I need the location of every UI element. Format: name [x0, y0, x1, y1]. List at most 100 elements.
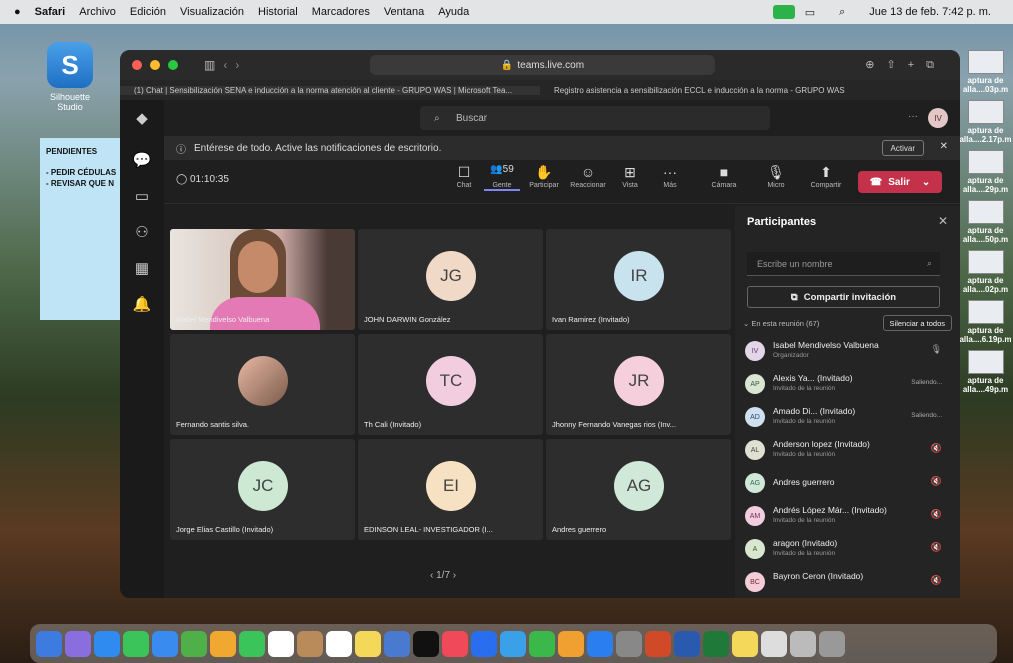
view-button[interactable]: ⊞ Vista — [612, 164, 648, 189]
chat-button[interactable]: ☐ Chat — [446, 164, 482, 189]
address-bar[interactable]: 🔒 teams.live.com — [370, 55, 715, 75]
mic-button[interactable]: 🎙 Micro — [758, 164, 794, 189]
excel-icon[interactable] — [703, 630, 729, 657]
participant-search-input[interactable]: Escribe un nombre ⌕ — [747, 252, 940, 276]
video-tile[interactable]: Isabel Mendivelso Valbuena — [170, 229, 355, 330]
sticky-note[interactable]: PENDIENTES - PEDIR CÉDULAS - REVISAR QUE… — [40, 138, 125, 320]
back-icon[interactable]: ‹ — [223, 58, 227, 72]
screenshot-file[interactable]: aptura de alla....02p.m — [958, 250, 1013, 294]
menu-ventana[interactable]: Ventana — [384, 6, 424, 18]
tv-icon[interactable] — [413, 630, 439, 657]
settings-icon[interactable] — [616, 630, 642, 657]
list-item[interactable]: AG Andres guerrero 🔇 — [745, 468, 950, 501]
list-item[interactable]: BC Bayron Ceron (Invitado) 🔇 — [745, 567, 950, 600]
minimize-window-button[interactable] — [150, 60, 160, 70]
forward-icon[interactable]: › — [235, 58, 239, 72]
photos-icon[interactable] — [210, 630, 236, 657]
screenshot-file[interactable]: aptura de alla....49p.m — [958, 350, 1013, 394]
share-invite-button[interactable]: ⧉ Compartir invitación — [747, 286, 940, 308]
search-icon[interactable]: ⌕ — [839, 6, 845, 19]
list-item[interactable]: Aaragon (Invitado) Invitado de la reunión… — [745, 534, 950, 567]
datetime[interactable]: Jue 13 de feb. 7:42 p. m. — [869, 6, 991, 18]
menu-archivo[interactable]: Archivo — [79, 6, 116, 18]
screenshot-file[interactable]: aptura de alla....03p.m — [958, 50, 1013, 94]
safari-icon[interactable] — [94, 630, 120, 657]
maps-icon[interactable] — [181, 630, 207, 657]
share-button[interactable]: ⬆ Compartir — [808, 164, 844, 189]
tab-registro[interactable]: Registro asistencia a sensibilización EC… — [540, 86, 960, 95]
more-options-icon[interactable]: ··· — [908, 111, 918, 122]
mail-icon[interactable] — [152, 630, 178, 657]
tab-teams[interactable]: (1) Chat | Sensibilización SENA e inducc… — [120, 85, 540, 95]
facetime-icon[interactable] — [239, 630, 265, 657]
screenshot-file[interactable]: aptura de alla....29p.m — [958, 150, 1013, 194]
people-button[interactable]: 👥59 Gente — [484, 164, 520, 191]
more-button[interactable]: ··· Más — [652, 164, 688, 189]
react-button[interactable]: ☺ Reaccionar — [570, 164, 606, 189]
word-icon[interactable] — [674, 630, 700, 657]
list-item[interactable]: AP Alexis Ya... (Invitado) Invitado de la … — [745, 369, 950, 402]
keynote-icon[interactable] — [471, 630, 497, 657]
screen-record-icon[interactable] — [772, 5, 795, 19]
chevron-down-icon[interactable]: ⌄ — [922, 177, 930, 188]
music-icon[interactable] — [442, 630, 468, 657]
silhouette-icon[interactable] — [500, 630, 526, 657]
list-item[interactable]: IV Isabel Mendivelso Valbuena Organizador 🎙 — [745, 336, 950, 369]
search-input[interactable]: ⌕ Buscar — [420, 106, 770, 130]
screenshot-file[interactable]: aptura de alla....50p.m — [958, 200, 1013, 244]
page-indicator[interactable]: ‹ 1/7 › — [430, 570, 456, 581]
activity-rail-icon[interactable]: 🔔 — [120, 286, 164, 322]
activate-button[interactable]: Activar — [881, 140, 924, 156]
trash-icon[interactable] — [819, 630, 845, 657]
list-item[interactable]: AL Anderson lopez (Invitado) Invitado de l… — [745, 435, 950, 468]
close-icon[interactable]: ✕ — [938, 214, 948, 228]
messages-icon[interactable] — [123, 630, 149, 657]
teams-logo-icon[interactable]: ◆ — [120, 100, 164, 136]
close-window-button[interactable] — [132, 60, 142, 70]
reminders-icon[interactable] — [326, 630, 352, 657]
video-tile[interactable]: EI EDINSON LEAL- INVESTIGADOR (I... — [358, 439, 543, 540]
safari-actions[interactable]: ⊕⇧+⧉ — [865, 58, 946, 72]
contacts-icon[interactable] — [297, 630, 323, 657]
leave-button[interactable]: ☎ Salir ⌄ — [858, 171, 942, 193]
pages-icon[interactable] — [558, 630, 584, 657]
screenshot-file[interactable]: aptura de alla....2.17p.m — [958, 100, 1013, 144]
video-tile[interactable]: Fernando santis silva. — [170, 334, 355, 435]
menu-visualizacion[interactable]: Visualización — [180, 6, 244, 18]
video-tile[interactable]: JR Jhonny Fernando Vanegas rios (Inv... — [546, 334, 731, 435]
meet-rail-icon[interactable]: ▭ — [120, 178, 164, 214]
desktop-icon-silhouette[interactable]: S Silhouette Studio — [40, 42, 100, 112]
stickies-icon[interactable] — [732, 630, 758, 657]
documents-stack-icon[interactable] — [790, 630, 816, 657]
video-tile[interactable]: JC Jorge Elias Castillo (Invitado) — [170, 439, 355, 540]
in-meeting-count[interactable]: ⌄ En esta reunión (67) — [743, 319, 819, 328]
app-store-icon[interactable] — [587, 630, 613, 657]
camera-button[interactable]: ■ Cámara — [706, 164, 742, 189]
freeform-icon[interactable] — [384, 630, 410, 657]
raise-hand-button[interactable]: ✋ Participar — [526, 164, 562, 189]
menu-historial[interactable]: Historial — [258, 6, 298, 18]
menu-edicion[interactable]: Edición — [130, 6, 166, 18]
calendar-icon[interactable] — [268, 630, 294, 657]
downloads-stack-icon[interactable] — [761, 630, 787, 657]
zoom-window-button[interactable] — [168, 60, 178, 70]
menu-ayuda[interactable]: Ayuda — [438, 6, 469, 18]
community-rail-icon[interactable]: ⚇ — [120, 214, 164, 250]
video-tile[interactable]: AG Andres guerrero — [546, 439, 731, 540]
numbers-icon[interactable] — [529, 630, 555, 657]
calendar-rail-icon[interactable]: ▦ — [120, 250, 164, 286]
list-item[interactable]: AD Amado Di... (Invitado) Invitado de la r… — [745, 402, 950, 435]
menu-marcadores[interactable]: Marcadores — [312, 6, 370, 18]
video-tile[interactable]: JG JOHN DARWIN González — [358, 229, 543, 330]
finder-icon[interactable] — [36, 630, 62, 657]
mute-all-button[interactable]: Silenciar a todos — [882, 315, 952, 331]
sidebar-icon[interactable]: ▥ — [204, 58, 215, 72]
apple-icon[interactable]: ● — [14, 6, 21, 18]
close-icon[interactable]: ✕ — [940, 141, 948, 152]
list-item[interactable]: AM Andrés López Már... (Invitado) Invitado… — [745, 501, 950, 534]
chat-rail-icon[interactable]: 💬 — [120, 142, 164, 178]
powerpoint-icon[interactable] — [645, 630, 671, 657]
menu-app-name[interactable]: Safari — [35, 6, 66, 18]
screenshot-file[interactable]: aptura de alla....6.19p.m — [958, 300, 1013, 344]
video-tile[interactable]: IR Ivan Ramirez (Invitado) — [546, 229, 731, 330]
